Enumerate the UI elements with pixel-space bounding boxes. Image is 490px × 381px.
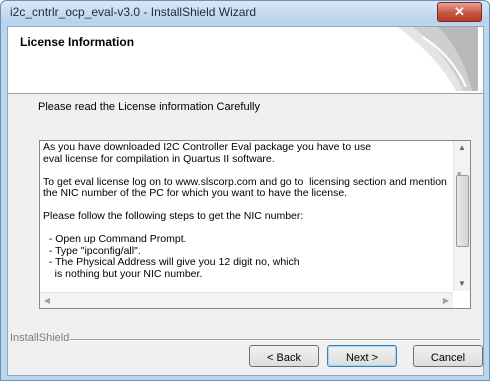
scroll-right-icon[interactable]: ▶ (439, 293, 453, 308)
installshield-graphic-icon (398, 27, 478, 91)
installshield-wizard-window: i2c_cntrlr_ocp_eval-v3.0 - InstallShield… (0, 0, 490, 381)
vertical-scrollbar[interactable]: ▲ ≡ ▼ (453, 141, 470, 291)
footer-divider (70, 339, 480, 341)
scroll-down-icon[interactable]: ▼ (454, 277, 470, 291)
scroll-thumb[interactable] (456, 175, 469, 247)
cancel-button[interactable]: Cancel (413, 345, 483, 367)
license-instruction: Please read the License information Care… (38, 101, 260, 113)
scroll-left-icon[interactable]: ◀ (40, 293, 54, 308)
installshield-brand-label: InstallShield (10, 332, 70, 344)
close-icon: ✕ (454, 4, 465, 19)
back-button[interactable]: < Back (249, 345, 319, 367)
page-title: License Information (20, 35, 135, 49)
grip-icon: ≡ (457, 171, 462, 178)
next-button[interactable]: Next > (327, 345, 397, 367)
window-title: i2c_cntrlr_ocp_eval-v3.0 - InstallShield… (10, 5, 257, 19)
scroll-up-icon[interactable]: ▲ (454, 141, 470, 155)
wizard-body: License Information Please read the Lice… (7, 26, 484, 376)
title-bar[interactable]: i2c_cntrlr_ocp_eval-v3.0 - InstallShield… (1, 1, 489, 23)
license-text-area[interactable]: As you have downloaded I2C Controller Ev… (39, 140, 471, 309)
horizontal-scrollbar[interactable]: ◀ ▶ (40, 292, 453, 308)
license-content: As you have downloaded I2C Controller Ev… (43, 142, 447, 280)
close-button[interactable]: ✕ (437, 2, 482, 22)
wizard-header: License Information (8, 27, 483, 94)
